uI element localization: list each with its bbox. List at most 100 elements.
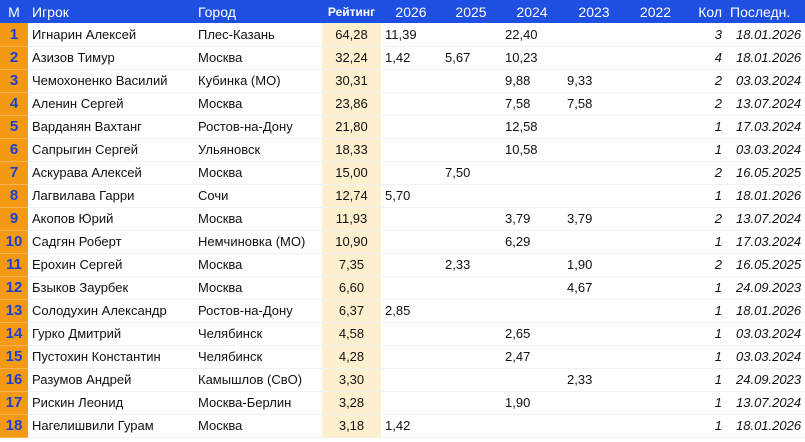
city-cell: Москва [194,276,322,300]
table-row[interactable]: 17 Рискин Леонид Москва-Берлин 3,28 1,90 1 13.… [0,391,805,415]
count-cell: 1 [686,345,726,369]
year-2025-cell [441,92,501,116]
rating-cell: 6,60 [322,276,381,300]
year-2024-cell: 7,58 [501,92,563,116]
player-name-cell: Садгян Роберт [28,230,194,254]
city-cell: Сочи [194,184,322,208]
last-date-cell: 16.05.2025 [726,161,805,185]
place-cell: 7 [0,161,28,185]
player-name-cell: Чемохоненко Василий [28,69,194,93]
city-cell: Плес-Казань [194,23,322,47]
place-cell: 1 [0,23,28,47]
table-row[interactable]: 4 Аленин Сергей Москва 23,86 7,58 7,58 2 13.07.… [0,92,805,116]
header-city[interactable]: Город [194,0,322,23]
last-date-cell: 13.07.2024 [726,207,805,231]
year-2023-cell [563,322,625,346]
place-cell: 13 [0,299,28,323]
header-2023[interactable]: 2023 [563,0,625,23]
header-rating[interactable]: Рейтинг [322,0,381,23]
last-date-cell: 24.09.2023 [726,276,805,300]
year-2024-cell: 1,90 [501,391,563,415]
year-2024-cell: 2,65 [501,322,563,346]
player-name-cell: Аленин Сергей [28,92,194,116]
count-cell: 1 [686,368,726,392]
year-2025-cell [441,69,501,93]
header-player[interactable]: Игрок [28,0,194,23]
year-2022-cell [625,345,686,369]
player-name-cell: Азизов Тимур [28,46,194,70]
table-row[interactable]: 11 Ерохин Сергей Москва 7,35 2,33 1,90 2 16.05.… [0,253,805,277]
table-row[interactable]: 10 Садгян Роберт Немчиновка (МО) 10,90 6,29 1… [0,230,805,254]
table-row[interactable]: 7 Аскурава Алексей Москва 15,00 7,50 2 16.05.2… [0,161,805,185]
count-cell: 1 [686,299,726,323]
table-row[interactable]: 16 Разумов Андрей Камышлов (СвО) 3,30 2,33 1 2… [0,368,805,392]
table-row[interactable]: 9 Акопов Юрий Москва 11,93 3,79 3,79 2 13.07.20… [0,207,805,231]
last-date-cell: 03.03.2024 [726,138,805,162]
count-cell: 1 [686,322,726,346]
player-name-cell: Игнарин Алексей [28,23,194,47]
city-cell: Челябинск [194,322,322,346]
place-cell: 4 [0,92,28,116]
last-date-cell: 18.01.2026 [726,184,805,208]
count-cell: 1 [686,414,726,438]
header-2022[interactable]: 2022 [625,0,686,23]
year-2022-cell [625,69,686,93]
city-cell: Ростов-на-Дону [194,299,322,323]
player-name-cell: Разумов Андрей [28,368,194,392]
header-last-date[interactable]: Последн. [726,0,805,23]
rating-cell: 3,28 [322,391,381,415]
year-2022-cell [625,23,686,47]
count-cell: 2 [686,69,726,93]
table-row[interactable]: 8 Лагвилава Гарри Сочи 12,74 5,70 1 18.01.2026 [0,184,805,208]
table-row[interactable]: 3 Чемохоненко Василий Кубинка (МО) 30,31 9,8… [0,69,805,93]
city-cell: Ростов-на-Дону [194,115,322,139]
table-row[interactable]: 1 Игнарин Алексей Плес-Казань 64,28 11,39 22,… [0,23,805,47]
year-2022-cell [625,207,686,231]
year-2026-cell [381,276,441,300]
table-row[interactable]: 14 Гурко Дмитрий Челябинск 4,58 2,65 1 03.03.2… [0,322,805,346]
year-2024-cell [501,184,563,208]
header-place[interactable]: М [0,0,28,23]
header-2025[interactable]: 2025 [441,0,501,23]
table-row[interactable]: 13 Солодухин Александр Ростов-на-Дону 6,37 2… [0,299,805,323]
place-cell: 14 [0,322,28,346]
year-2023-cell [563,115,625,139]
count-cell: 1 [686,115,726,139]
city-cell: Москва-Берлин [194,391,322,415]
place-cell: 18 [0,414,28,438]
year-2025-cell [441,138,501,162]
city-cell: Немчиновка (МО) [194,230,322,254]
last-date-cell: 03.03.2024 [726,322,805,346]
year-2023-cell [563,299,625,323]
table-row[interactable]: 5 Варданян Вахтанг Ростов-на-Дону 21,80 12,5… [0,115,805,139]
table-row[interactable]: 15 Пустохин Константин Челябинск 4,28 2,47 1 0… [0,345,805,369]
year-2023-cell: 4,67 [563,276,625,300]
year-2022-cell [625,322,686,346]
last-date-cell: 17.03.2024 [726,230,805,254]
year-2023-cell [563,23,625,47]
last-date-cell: 13.07.2024 [726,92,805,116]
table-row[interactable]: 12 Бзыков Заурбек Москва 6,60 4,67 1 24.09.202… [0,276,805,300]
header-2024[interactable]: 2024 [501,0,563,23]
year-2025-cell [441,299,501,323]
year-2023-cell [563,46,625,70]
header-count[interactable]: Кол [686,0,726,23]
player-name-cell: Гурко Дмитрий [28,322,194,346]
year-2024-cell [501,161,563,185]
table-row[interactable]: 6 Сапрыгин Сергей Ульяновск 18,33 10,58 1 03.0… [0,138,805,162]
year-2022-cell [625,161,686,185]
year-2026-cell [381,322,441,346]
count-cell: 1 [686,276,726,300]
year-2022-cell [625,253,686,277]
header-2026[interactable]: 2026 [381,0,441,23]
year-2023-cell [563,184,625,208]
rating-cell: 64,28 [322,23,381,47]
last-date-cell: 03.03.2024 [726,345,805,369]
year-2022-cell [625,391,686,415]
table-row[interactable]: 18 Нагелишвили Гурам Москва 3,18 1,42 1 18.01.… [0,414,805,438]
year-2026-cell: 2,85 [381,299,441,323]
year-2022-cell [625,230,686,254]
table-row[interactable]: 2 Азизов Тимур Москва 32,24 1,42 5,67 10,23 4 18… [0,46,805,70]
player-name-cell: Нагелишвили Гурам [28,414,194,438]
year-2026-cell [381,161,441,185]
